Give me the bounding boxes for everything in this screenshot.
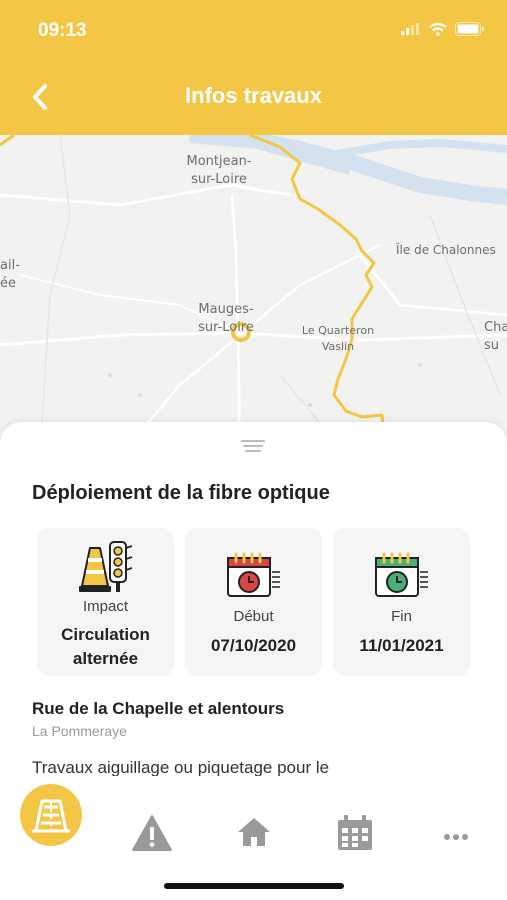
tab-calendar[interactable] xyxy=(336,814,374,857)
home-icon xyxy=(238,818,270,846)
works-description: Travaux aiguillage ou piquetage pour le xyxy=(32,758,330,776)
warning-icon xyxy=(132,815,172,851)
home-indicator[interactable] xyxy=(164,883,344,889)
map-label-ile-de-chalonnes: Île de Chalonnes xyxy=(396,243,496,257)
tab-alerts[interactable] xyxy=(131,814,173,857)
map-label-left-edge: ail- ée xyxy=(0,258,20,291)
traffic-cone-light-icon xyxy=(78,541,132,592)
street-name: Rue de la Chapelle et alentours xyxy=(32,699,285,718)
tab-roadworks[interactable] xyxy=(20,784,82,846)
impact-label: Impact xyxy=(82,598,128,615)
map-label-montjean: Montjean- sur-Loire xyxy=(186,154,252,187)
works-title: Déploiement de la fibre optique xyxy=(32,482,330,504)
end-date-label: Fin xyxy=(391,608,412,625)
wifi-icon xyxy=(429,22,447,36)
tab-more[interactable] xyxy=(443,828,469,846)
impact-card[interactable]: Impact Circulation alternée xyxy=(37,528,174,676)
more-icon xyxy=(444,834,468,840)
end-date-value: 11/01/2021 xyxy=(359,636,444,655)
signal-icon xyxy=(401,23,419,35)
status-time: 09:13 xyxy=(38,20,87,41)
drag-handle-icon xyxy=(241,440,265,452)
map-label-mauges: Mauges- sur-Loire xyxy=(198,302,254,335)
sheet-handle[interactable] xyxy=(241,438,267,459)
battery-icon xyxy=(455,22,484,36)
app-header: 09:13 Infos travaux xyxy=(0,0,507,135)
roadworks-icon xyxy=(32,799,70,833)
start-date-value: 07/10/2020 xyxy=(210,636,297,655)
tab-home[interactable] xyxy=(236,816,272,853)
impact-value: Circulation alternée xyxy=(61,625,150,668)
calendar-green-clock-icon xyxy=(374,552,428,597)
calendar-icon xyxy=(338,815,372,850)
calendar-red-clock-icon xyxy=(226,552,280,597)
tab-bar xyxy=(0,780,507,900)
map-label-right-edge: Cha su xyxy=(484,320,507,353)
end-date-card[interactable]: Fin 11/01/2021 xyxy=(333,528,470,676)
start-date-card[interactable]: Début 07/10/2020 xyxy=(185,528,322,676)
map-view[interactable]: Montjean- sur-Loire Île de Chalonnes Mau… xyxy=(0,135,507,455)
status-icons xyxy=(401,22,485,36)
map-label-quarteron: Le Quarteron Vaslin xyxy=(301,324,375,353)
commune-name: La Pommeraye xyxy=(32,723,127,739)
start-date-label: Début xyxy=(233,608,274,625)
page-title: Infos travaux xyxy=(185,83,322,108)
